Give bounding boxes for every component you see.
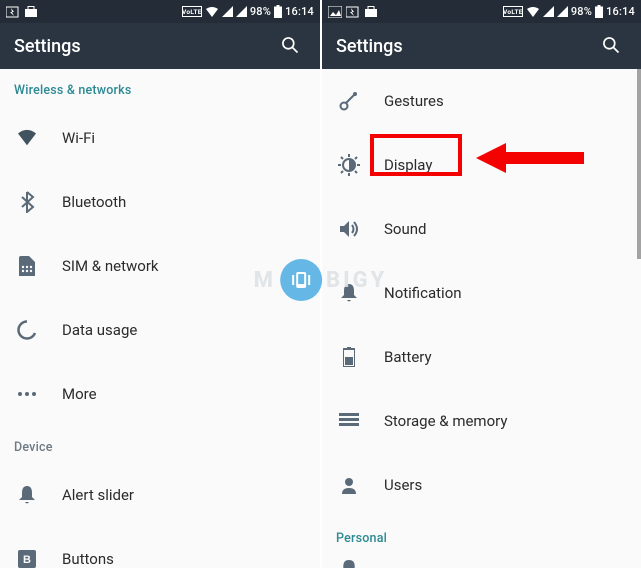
row-storage[interactable]: Storage & memory — [322, 389, 641, 453]
sound-icon — [336, 220, 362, 238]
battery-setting-icon — [336, 347, 362, 367]
row-gestures[interactable]: Gestures — [322, 69, 641, 133]
row-display[interactable]: Display — [322, 133, 641, 197]
status-left — [6, 6, 38, 18]
gestures-icon — [336, 91, 362, 111]
storage-icon — [336, 413, 362, 429]
row-label: Buttons — [62, 550, 114, 568]
signal-icon-1 — [543, 6, 554, 17]
bluetooth-icon — [14, 191, 40, 213]
buttons-icon: B — [14, 550, 40, 568]
search-button[interactable] — [595, 29, 627, 64]
row-label: SIM & network — [62, 257, 159, 275]
row-partial[interactable] — [322, 554, 641, 568]
app-bar: Settings — [0, 23, 320, 69]
row-label: Bluetooth — [62, 193, 126, 211]
row-sim[interactable]: SIM & network — [0, 234, 320, 298]
search-icon — [280, 35, 300, 55]
status-bar: VoLTE 98% 16:14 — [0, 0, 320, 23]
row-label: Users — [384, 476, 422, 494]
sim-icon — [14, 256, 40, 276]
screen-left: VoLTE 98% 16:14 Settings Wireless & netw… — [0, 0, 320, 568]
battery-icon — [274, 5, 282, 18]
row-label: More — [62, 385, 97, 403]
settings-list[interactable]: Gestures Display Sound Notification Batt — [322, 69, 641, 568]
search-icon — [601, 35, 621, 55]
notification-icon — [336, 283, 362, 303]
screen-right: VoLTE 98% 16:14 Settings — [322, 0, 641, 568]
charge-icon — [346, 6, 360, 18]
row-label: Sound — [384, 220, 426, 238]
signal-icon-2 — [236, 6, 247, 17]
wifi-icon — [14, 129, 40, 147]
wifi-status-icon — [526, 6, 540, 18]
status-right: VoLTE 98% 16:14 — [503, 5, 635, 18]
row-notification[interactable]: Notification — [322, 261, 641, 325]
display-icon — [336, 154, 362, 176]
charge-icon — [6, 6, 20, 18]
row-label: Battery — [384, 348, 432, 366]
location-icon — [336, 560, 362, 568]
data-usage-icon — [14, 319, 40, 341]
image-icon — [328, 6, 342, 18]
row-label: Display — [384, 156, 432, 174]
page-title: Settings — [336, 36, 403, 57]
row-label: Alert slider — [62, 486, 134, 504]
row-alert-slider[interactable]: Alert slider — [0, 463, 320, 527]
signal-icon-1 — [222, 6, 233, 17]
clock-text: 16:14 — [285, 5, 314, 18]
row-label: Storage & memory — [384, 412, 507, 430]
row-users[interactable]: Users — [322, 453, 641, 517]
battery-percent: 98% — [250, 5, 271, 18]
section-personal: Personal — [322, 517, 641, 554]
row-more[interactable]: More — [0, 362, 320, 426]
section-device: Device — [0, 426, 320, 463]
page-title: Settings — [14, 36, 81, 57]
scroll-indicator[interactable] — [637, 69, 641, 259]
briefcase-icon — [364, 6, 378, 18]
row-data-usage[interactable]: Data usage — [0, 298, 320, 362]
status-right: VoLTE 98% 16:14 — [182, 5, 314, 18]
settings-list[interactable]: Wireless & networks Wi-Fi Bluetooth SIM … — [0, 69, 320, 568]
search-button[interactable] — [274, 29, 306, 64]
status-bar: VoLTE 98% 16:14 — [322, 0, 641, 23]
row-sound[interactable]: Sound — [322, 197, 641, 261]
volte-icon: VoLTE — [182, 6, 202, 17]
svg-text:B: B — [23, 554, 31, 566]
wifi-status-icon — [205, 6, 219, 18]
row-battery[interactable]: Battery — [322, 325, 641, 389]
app-bar: Settings — [322, 23, 641, 69]
more-icon — [14, 391, 40, 397]
row-wifi[interactable]: Wi-Fi — [0, 106, 320, 170]
row-buttons[interactable]: B Buttons — [0, 527, 320, 568]
row-label: Notification — [384, 284, 462, 302]
status-left — [328, 6, 378, 18]
row-bluetooth[interactable]: Bluetooth — [0, 170, 320, 234]
row-label: Data usage — [62, 321, 137, 339]
clock-text: 16:14 — [606, 5, 635, 18]
row-label: Gestures — [384, 92, 444, 110]
row-label: Wi-Fi — [62, 129, 95, 147]
battery-icon — [595, 5, 603, 18]
section-wireless: Wireless & networks — [0, 69, 320, 106]
bell-icon — [14, 485, 40, 505]
battery-percent: 98% — [571, 5, 592, 18]
briefcase-icon — [24, 6, 38, 18]
volte-icon: VoLTE — [503, 6, 523, 17]
users-icon — [336, 476, 362, 494]
signal-icon-2 — [557, 6, 568, 17]
